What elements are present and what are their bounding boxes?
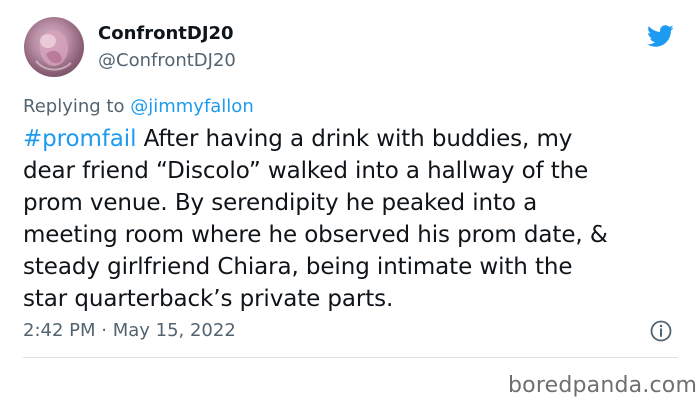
avatar[interactable] [24, 17, 84, 77]
reply-prefix: Replying to [23, 96, 125, 117]
avatar-image [35, 30, 72, 71]
author-handle[interactable]: @ConfrontDJ20 [98, 49, 236, 73]
reply-target-link[interactable]: @jimmyfallon [130, 96, 254, 117]
twitter-bird-icon[interactable] [644, 22, 676, 50]
info-icon[interactable] [649, 319, 673, 343]
author-name[interactable]: ConfrontDJ20 [98, 22, 234, 46]
tweet-timestamp[interactable]: 2:42 PM · May 15, 2022 [23, 319, 236, 343]
hashtag-link[interactable]: #promfail [23, 126, 136, 152]
watermark: boredpanda.com [508, 373, 698, 398]
reply-context: Replying to @jimmyfallon [23, 95, 254, 119]
tweet-text: #promfail After having a drink with budd… [23, 123, 683, 315]
divider [23, 357, 678, 358]
tweet-body: After having a drink with buddies, my de… [23, 126, 608, 312]
